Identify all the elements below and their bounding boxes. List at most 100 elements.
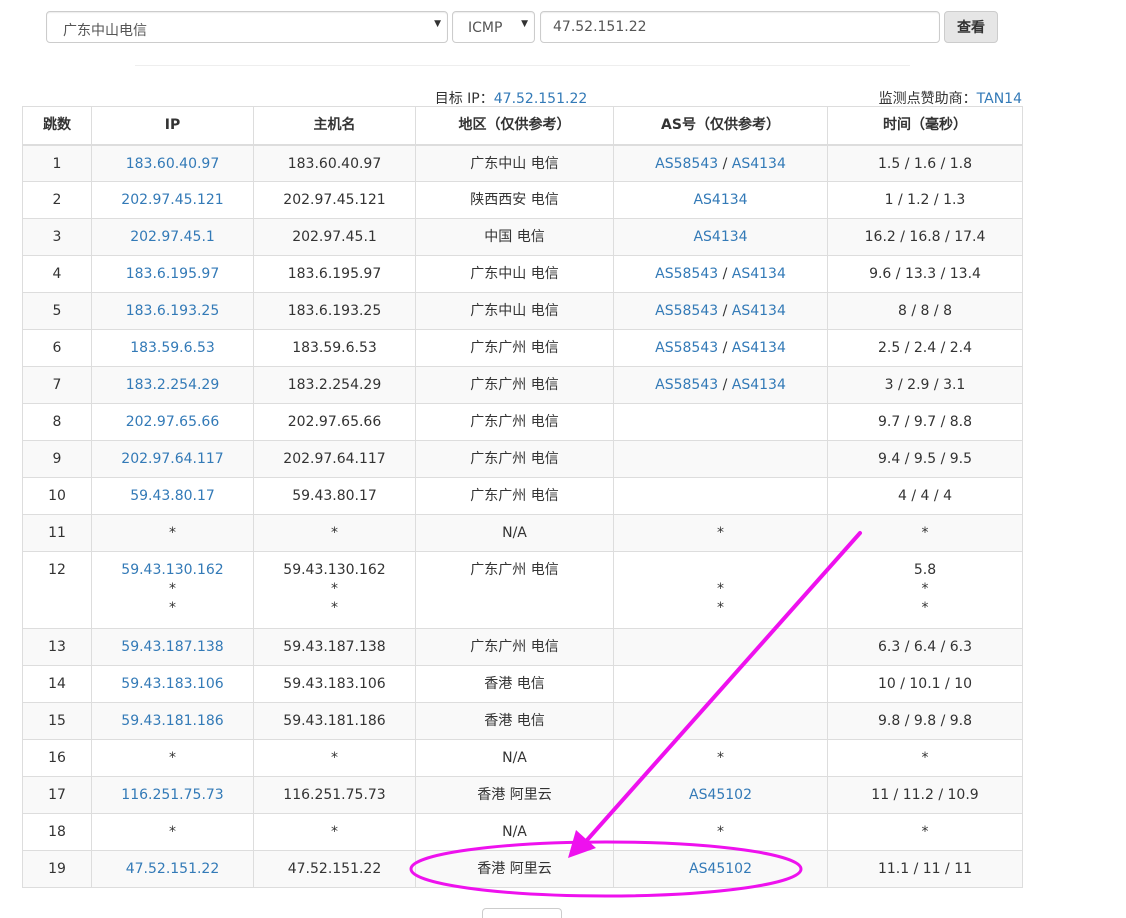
as-cell: AS58543 / AS4134 [613, 329, 828, 367]
protocol-select[interactable]: ICMP ▼ [452, 11, 535, 43]
as-cell [613, 403, 828, 441]
table-row: 14 59.43.183.106 59.43.183.106 香港 电信 10 … [22, 665, 1023, 703]
as-link[interactable]: AS58543 [655, 156, 718, 172]
hop-cell: 2 [22, 181, 92, 219]
ip-link[interactable]: 183.59.6.53 [130, 340, 215, 356]
region-cell: 广东中山 电信 [415, 255, 614, 293]
ip-cell: 183.60.40.97 [91, 144, 254, 182]
hostname-cell: 202.97.45.1 [253, 218, 416, 256]
ip-link[interactable]: 183.60.40.97 [126, 156, 220, 172]
as-link[interactable]: AS45102 [689, 787, 752, 803]
time-cell: 2.5 / 2.4 / 2.4 [827, 329, 1023, 367]
as-link[interactable]: AS4134 [732, 156, 786, 172]
as-link[interactable]: AS4134 [732, 377, 786, 393]
sponsor-link[interactable]: TAN14 [977, 91, 1022, 107]
as-link[interactable]: AS58543 [655, 303, 718, 319]
as-cell: AS58543 / AS4134 [613, 255, 828, 293]
ip-cell: 59.43.187.138 [91, 628, 254, 666]
view-button[interactable]: 查看 [944, 11, 998, 43]
ip-cell: 183.6.193.25 [91, 292, 254, 330]
region-cell: 香港 电信 [415, 665, 614, 703]
region-cell: 陕西西安 电信 [415, 181, 614, 219]
hop-cell: 12 [22, 551, 92, 629]
time-cell: 1.5 / 1.6 / 1.8 [827, 144, 1023, 182]
as-probe: * [717, 600, 724, 616]
ip-link[interactable]: 59.43.130.162 [121, 562, 223, 578]
as-cell: * [613, 514, 828, 552]
region-cell: 广东广州 电信 [415, 440, 614, 478]
ip-link[interactable]: 59.43.187.138 [121, 639, 223, 655]
table-row: 13 59.43.187.138 59.43.187.138 广东广州 电信 6… [22, 628, 1023, 666]
as-link[interactable]: AS4134 [693, 192, 747, 208]
ip-link[interactable]: 59.43.181.186 [121, 713, 223, 729]
ip-cell: 183.59.6.53 [91, 329, 254, 367]
ip-link[interactable]: 47.52.151.22 [126, 861, 220, 877]
region-cell: 广东广州 电信 [415, 477, 614, 515]
as-separator: / [718, 377, 732, 393]
caret-down-icon: ▼ [434, 19, 441, 29]
time-cell: 9.7 / 9.7 / 8.8 [827, 403, 1023, 441]
ip-cell: 183.6.195.97 [91, 255, 254, 293]
table-row: 15 59.43.181.186 59.43.181.186 香港 电信 9.8… [22, 702, 1023, 740]
hostname-cell: 183.6.195.97 [253, 255, 416, 293]
as-cell: * [613, 813, 828, 851]
as-link[interactable]: AS45102 [689, 861, 752, 877]
hostname-cell: * [253, 739, 416, 777]
region-select[interactable]: 广东中山电信 ▼ [46, 11, 448, 43]
as-cell: AS4134 [613, 218, 828, 256]
ip-link[interactable]: 59.43.183.106 [121, 676, 223, 692]
region-cell: N/A [415, 739, 614, 777]
ip-link[interactable]: 183.2.254.29 [126, 377, 220, 393]
as-link[interactable]: AS4134 [732, 303, 786, 319]
hostname-cell: 183.60.40.97 [253, 144, 416, 182]
hostname-cell: 59.43.183.106 [253, 665, 416, 703]
time-cell: 3 / 2.9 / 3.1 [827, 366, 1023, 404]
ip-cell: 59.43.181.186 [91, 702, 254, 740]
ip-link[interactable]: 202.97.65.66 [126, 414, 220, 430]
as-link[interactable]: AS58543 [655, 266, 718, 282]
divider [135, 65, 910, 66]
as-link[interactable]: AS58543 [655, 377, 718, 393]
target-input[interactable] [540, 11, 940, 43]
target-ip-link[interactable]: 47.52.151.22 [494, 91, 588, 107]
ip-link[interactable]: 183.6.195.97 [126, 266, 220, 282]
ip-link[interactable]: 202.97.45.121 [121, 192, 223, 208]
ip-link[interactable]: 202.97.45.1 [130, 229, 215, 245]
hop-cell: 13 [22, 628, 92, 666]
hop-cell: 5 [22, 292, 92, 330]
header-time: 时间（毫秒） [827, 106, 1023, 146]
as-link[interactable]: AS4134 [732, 266, 786, 282]
table-row: 6 183.59.6.53 183.59.6.53 广东广州 电信 AS5854… [22, 329, 1023, 367]
hop-cell: 18 [22, 813, 92, 851]
time-cell: * [827, 514, 1023, 552]
as-cell: AS4134 [613, 181, 828, 219]
ip-link[interactable]: 183.6.193.25 [126, 303, 220, 319]
hostname-cell: 183.6.193.25 [253, 292, 416, 330]
hostname-cell: * [253, 813, 416, 851]
ip-link[interactable]: 59.43.80.17 [130, 488, 215, 504]
region-cell: N/A [415, 813, 614, 851]
protocol-select-value: ICMP [468, 20, 503, 36]
as-link[interactable]: AS4134 [732, 340, 786, 356]
region-cell: 广东广州 电信 [415, 329, 614, 367]
hostname-cell: 202.97.45.121 [253, 181, 416, 219]
hostname-cell: 59.43.187.138 [253, 628, 416, 666]
time-cell: 16.2 / 16.8 / 17.4 [827, 218, 1023, 256]
as-link[interactable]: AS4134 [693, 229, 747, 245]
as-cell: AS45102 [613, 776, 828, 814]
header-region: 地区（仅供参考） [415, 106, 614, 146]
time-probe: * [921, 581, 929, 597]
hostname-cell: 59.43.181.186 [253, 702, 416, 740]
pagination-button[interactable] [482, 908, 562, 918]
as-link[interactable]: AS58543 [655, 340, 718, 356]
ip-link[interactable]: 116.251.75.73 [121, 787, 223, 803]
hostname-probe: * [331, 600, 338, 616]
hop-cell: 9 [22, 440, 92, 478]
hop-cell: 3 [22, 218, 92, 256]
table-header-row: 跳数 IP 主机名 地区（仅供参考） AS号（仅供参考） 时间（毫秒） [22, 106, 1023, 146]
hostname-probe: * [331, 581, 338, 597]
hop-cell: 14 [22, 665, 92, 703]
ip-link[interactable]: 202.97.64.117 [121, 451, 223, 467]
table-row: 10 59.43.80.17 59.43.80.17 广东广州 电信 4 / 4… [22, 477, 1023, 515]
table-row: 12 59.43.130.162 * * 59.43.130.162 * * 广… [22, 551, 1023, 629]
